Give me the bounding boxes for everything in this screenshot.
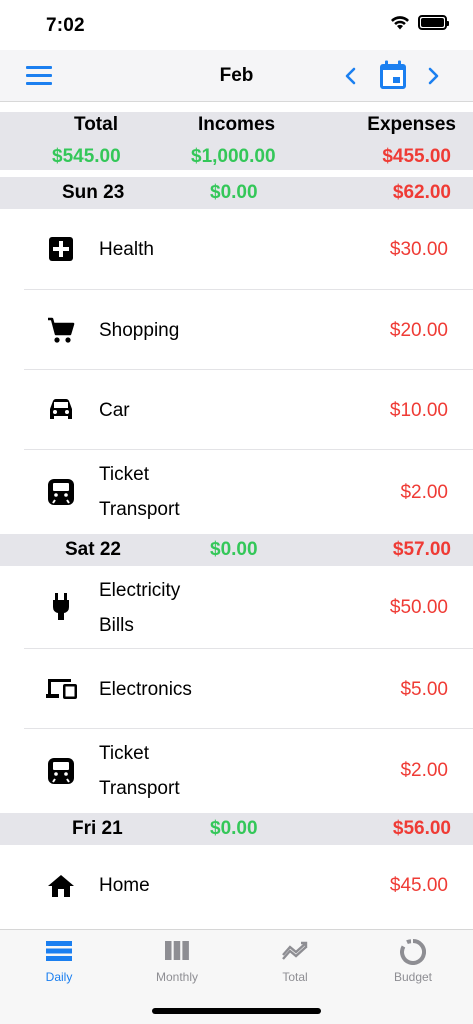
car-icon: [46, 395, 76, 425]
amount: $30.00: [389, 239, 448, 260]
day-expense: $62.00: [392, 182, 451, 203]
devices-icon: [45, 674, 79, 704]
category-label: Health: [99, 239, 154, 260]
incomes-value: $1,000.00: [191, 146, 276, 167]
monthly-icon: [165, 941, 189, 960]
status-bar: 7:02: [0, 0, 473, 50]
bus-icon: [46, 477, 76, 507]
amount: $2.00: [400, 760, 448, 781]
day-income: $0.00: [210, 539, 258, 560]
total-icon: [282, 941, 308, 960]
day-header: Sat 22 $0.00 $57.00: [0, 534, 473, 566]
category-label: Transport: [99, 499, 180, 520]
amount: $2.00: [400, 482, 448, 503]
bus-icon: [46, 756, 76, 786]
status-time: 7:02: [46, 15, 85, 36]
amount: $5.00: [400, 679, 448, 700]
health-icon: [46, 234, 76, 264]
chevron-left-icon[interactable]: [342, 64, 360, 88]
transaction-row[interactable]: Shopping $20.00: [0, 290, 473, 370]
transaction-row[interactable]: Electricity Bills $50.00: [0, 566, 473, 649]
calendar-icon[interactable]: [379, 60, 407, 90]
tab-label: Daily: [45, 970, 73, 984]
home-indicator: [152, 1008, 321, 1014]
tab-label: Monthly: [155, 970, 199, 984]
plug-icon: [46, 592, 76, 622]
home-icon: [46, 871, 76, 901]
amount: $45.00: [389, 875, 448, 896]
summary-panel: Total $545.00 Incomes $1,000.00 Expenses…: [0, 112, 473, 170]
expenses-value: $455.00: [382, 146, 451, 167]
amount: $20.00: [389, 320, 448, 341]
day-label: Sat 22: [65, 539, 121, 560]
budget-icon: [400, 939, 426, 965]
item-note: Ticket: [99, 743, 149, 764]
day-label: Sun 23: [62, 182, 125, 203]
item-note: Electricity: [99, 580, 181, 601]
transaction-row[interactable]: Electronics $5.00: [0, 649, 473, 729]
menu-icon[interactable]: [26, 66, 52, 86]
transaction-row[interactable]: Home $45.00: [0, 845, 473, 929]
day-expense: $57.00: [392, 539, 451, 560]
status-icons: [390, 15, 449, 30]
tab-monthly[interactable]: Monthly: [118, 930, 236, 990]
day-income: $0.00: [210, 818, 258, 839]
tab-daily[interactable]: Daily: [0, 930, 118, 990]
cart-icon: [46, 315, 76, 345]
transaction-row[interactable]: Health $30.00: [0, 209, 473, 290]
tab-label: Budget: [393, 970, 433, 984]
amount: $10.00: [389, 400, 448, 421]
day-header: Sun 23 $0.00 $62.00: [0, 177, 473, 209]
transaction-row[interactable]: Ticket Transport $2.00: [0, 729, 473, 813]
daily-icon: [46, 941, 72, 961]
transaction-row[interactable]: Car $10.00: [0, 370, 473, 450]
category-label: Electronics: [99, 679, 192, 700]
chevron-right-icon[interactable]: [424, 64, 442, 88]
category-label: Bills: [99, 615, 134, 636]
total-label: Total: [74, 114, 118, 135]
incomes-label: Incomes: [198, 114, 276, 135]
transaction-row[interactable]: Ticket Transport $2.00: [0, 450, 473, 534]
battery-icon: [418, 15, 449, 30]
day-expense: $56.00: [392, 818, 451, 839]
tab-total[interactable]: Total: [236, 930, 354, 990]
day-header: Fri 21 $0.00 $56.00: [0, 813, 473, 845]
wifi-icon: [391, 16, 409, 30]
tab-label: Total: [282, 970, 308, 984]
tab-budget[interactable]: Budget: [354, 930, 472, 990]
category-label: Shopping: [99, 320, 180, 341]
category-label: Car: [99, 400, 130, 421]
category-label: Transport: [99, 778, 180, 799]
nav-bar: Feb: [0, 50, 473, 102]
expenses-label: Expenses: [367, 114, 456, 135]
day-income: $0.00: [210, 182, 258, 203]
category-label: Home: [99, 875, 150, 896]
total-value: $545.00: [52, 146, 121, 167]
item-note: Ticket: [99, 464, 149, 485]
day-label: Fri 21: [72, 818, 123, 839]
amount: $50.00: [389, 597, 448, 618]
